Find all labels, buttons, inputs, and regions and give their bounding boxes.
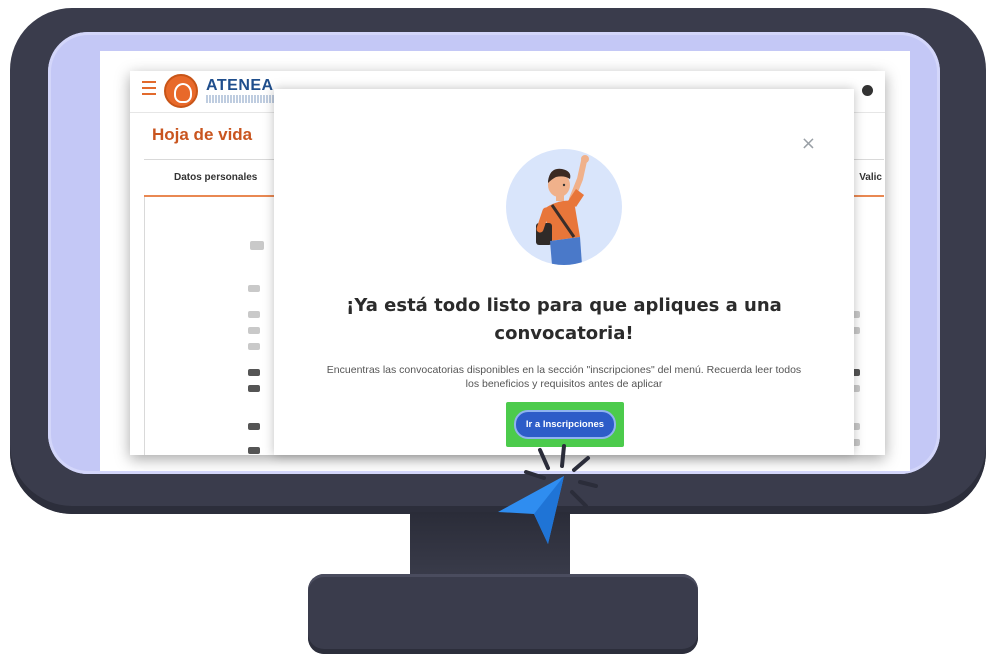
content-divider <box>144 197 145 455</box>
logo-text: ATENEA <box>206 77 274 94</box>
click-burst-line <box>570 490 588 508</box>
menu-icon[interactable] <box>142 81 156 95</box>
bg-text-line <box>250 241 264 250</box>
atenea-logo-icon <box>164 74 198 108</box>
bg-text-line <box>248 311 260 318</box>
modal-title: ¡Ya está todo listo para que apliques a … <box>346 295 782 344</box>
bg-text-line <box>248 327 260 334</box>
click-burst-line <box>572 456 590 472</box>
click-burst-line <box>578 480 598 488</box>
bg-text-line <box>248 447 260 454</box>
page-title: Hoja de vida <box>152 125 253 144</box>
click-burst-line <box>524 470 546 480</box>
bg-text-line <box>248 343 260 350</box>
modal-description: Encuentras las convocatorias disponibles… <box>326 364 802 390</box>
monitor-screen: ATENEA Hoja de vida Datos personales Val… <box>100 51 910 471</box>
tab-validacion[interactable]: Valic <box>859 172 882 183</box>
student-waving-illustration <box>506 149 622 265</box>
click-burst-line <box>560 444 566 468</box>
ir-a-inscripciones-button[interactable]: Ir a Inscripciones <box>514 410 616 439</box>
close-icon[interactable]: × <box>801 135 816 153</box>
success-modal: × ¡Ya está todo listo para que apliques … <box>274 89 854 455</box>
student-illustration-svg <box>536 155 589 265</box>
bg-text-line <box>248 285 260 292</box>
bg-text-line <box>248 385 260 392</box>
bg-text-line <box>248 369 260 376</box>
bg-text-line <box>248 423 260 430</box>
monitor-stand-base <box>308 574 698 654</box>
click-burst-line <box>538 448 550 470</box>
user-icon[interactable] <box>862 85 873 96</box>
click-pointer-icon <box>498 444 598 544</box>
tab-datos-personales[interactable]: Datos personales <box>174 172 257 183</box>
